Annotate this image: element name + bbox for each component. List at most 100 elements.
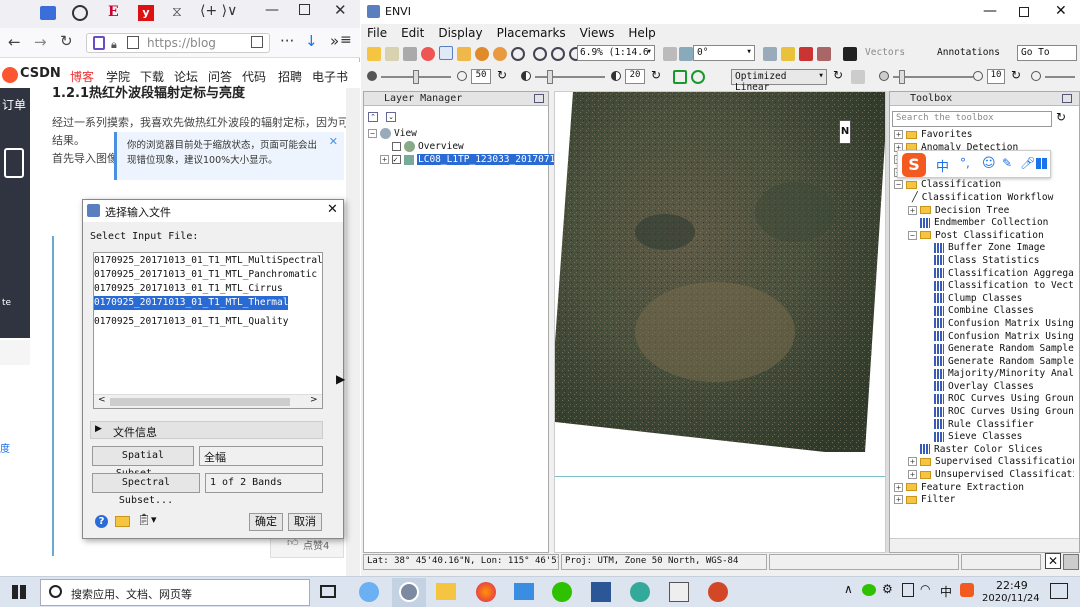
expand-icon[interactable]: +: [908, 470, 917, 480]
word-icon[interactable]: [591, 582, 611, 602]
toolbox-item[interactable]: + Favorites: [894, 129, 1074, 142]
maximize-icon[interactable]: [1019, 7, 1029, 17]
baidu-netdisk-icon[interactable]: [359, 582, 379, 602]
battery-icon[interactable]: [902, 583, 914, 597]
toolbox-item[interactable]: Classification Aggregatio: [894, 268, 1074, 281]
scroll-thumb[interactable]: [110, 398, 290, 406]
process-manager-icon[interactable]: [1063, 554, 1079, 570]
reset-icon[interactable]: ↻: [1011, 68, 1021, 82]
toolbox-item[interactable]: Generate Random Sample Us: [894, 356, 1074, 369]
expand-icon[interactable]: +: [908, 457, 917, 467]
layer-checkbox[interactable]: ✓: [392, 155, 401, 164]
toolbox-item[interactable]: Endmember Collection: [894, 217, 1074, 230]
crosshair-icon[interactable]: [763, 47, 777, 61]
powerpoint-icon[interactable]: [708, 582, 728, 602]
scroll-right-icon[interactable]: >: [310, 395, 318, 405]
toolbox-item[interactable]: Combine Classes: [894, 305, 1074, 318]
rotate-icon[interactable]: [493, 47, 507, 61]
close-notice-icon[interactable]: ✕: [329, 134, 338, 149]
toolbox-item[interactable]: ROC Curves Using Ground T: [894, 393, 1074, 406]
reload-icon[interactable]: ↻: [60, 32, 73, 50]
menu-placemarks[interactable]: Placemarks: [497, 26, 566, 40]
toolbox-item[interactable]: Overlay Classes: [894, 381, 1074, 394]
transparency-slider[interactable]: [1045, 76, 1075, 78]
toolbox-item[interactable]: + Unsupervised Classification: [894, 469, 1074, 482]
toolbox-item[interactable]: ROC Curves Using Ground T: [894, 406, 1074, 419]
stats-icon[interactable]: [843, 47, 857, 61]
toolbox-item[interactable]: Confusion Matrix Using Gr: [894, 318, 1074, 331]
menu-help[interactable]: Help: [628, 26, 655, 40]
expand-icon[interactable]: +: [380, 155, 389, 164]
tray-sogou-icon[interactable]: [960, 583, 974, 597]
maximize-icon[interactable]: [299, 4, 310, 15]
tray-app-icon[interactable]: ⚙︎: [882, 582, 893, 596]
measure-icon[interactable]: [781, 47, 795, 61]
file-list-item[interactable]: 0170925_20171013_01_T1_MTL_Thermal: [94, 296, 289, 310]
open-folder-icon[interactable]: [115, 516, 130, 527]
toolbox-item[interactable]: + Supervised Classification: [894, 456, 1074, 469]
nav-item[interactable]: 电子书: [312, 68, 348, 85]
ime-lang[interactable]: 中: [940, 583, 952, 600]
globe-tab-icon[interactable]: [72, 5, 88, 21]
expand-icon[interactable]: +: [894, 495, 903, 505]
csdn-logo-icon[interactable]: [2, 67, 18, 83]
goto-input[interactable]: Go To: [1017, 45, 1077, 61]
menu-display[interactable]: Display: [438, 26, 482, 40]
collapse-up-icon[interactable]: ⌃: [368, 112, 378, 122]
collapse-icon[interactable]: −: [894, 180, 903, 190]
mic-icon[interactable]: 🎤︎: [1020, 156, 1035, 170]
full-extent-icon[interactable]: [673, 70, 687, 84]
toolbox-item[interactable]: Rule Classifier: [894, 419, 1074, 432]
hscrollbar[interactable]: < >: [94, 394, 322, 408]
collapse-icon[interactable]: −: [368, 129, 377, 138]
start-icon[interactable]: [12, 585, 26, 599]
minimize-icon[interactable]: —: [983, 3, 997, 19]
envi-taskbar-icon[interactable]: [399, 582, 419, 602]
close-icon[interactable]: ✕: [1055, 3, 1067, 19]
brightness-handle[interactable]: [413, 70, 419, 84]
more-icon[interactable]: ···: [280, 32, 294, 50]
overflow-icon[interactable]: »: [330, 32, 339, 50]
reset-icon[interactable]: ↻: [651, 68, 661, 82]
reset-icon[interactable]: ↻: [833, 68, 843, 82]
tab-scroll-icon[interactable]: ⟨+ ⟩∨: [200, 3, 237, 19]
y-tab-icon[interactable]: y: [138, 5, 154, 21]
close-icon[interactable]: ✕: [334, 1, 347, 19]
toolbox-item[interactable]: Raster Color Slices: [894, 444, 1074, 457]
cursor-value-icon[interactable]: [421, 47, 435, 61]
back-icon[interactable]: ←: [8, 33, 21, 51]
forward-icon[interactable]: →: [34, 33, 47, 51]
select-icon[interactable]: [439, 46, 453, 60]
e-tab-icon[interactable]: E: [108, 4, 119, 20]
expand-icon[interactable]: +: [894, 482, 903, 492]
histogram-icon[interactable]: [851, 70, 865, 84]
rotate-right-icon[interactable]: [679, 47, 693, 61]
zoom-in-icon[interactable]: [533, 47, 547, 61]
notification-icon[interactable]: [1050, 583, 1068, 599]
toolbox-item[interactable]: Buffer Zone Image: [894, 242, 1074, 255]
task-view-icon[interactable]: [320, 585, 336, 598]
file-list-item[interactable]: 0170925_20171013_01_T1_MTL_Cirrus: [94, 282, 323, 296]
menu-views[interactable]: Views: [580, 26, 615, 40]
tab-favicon-icon[interactable]: [40, 6, 56, 20]
pan-icon[interactable]: [457, 47, 471, 61]
file-list-item[interactable]: 0170925_20171013_01_T1_MTL_Panchromatic: [94, 268, 323, 282]
firefox-icon[interactable]: [476, 582, 496, 602]
minimize-icon[interactable]: —: [265, 2, 279, 18]
expand-icon[interactable]: +: [908, 205, 917, 215]
zoom-out-icon[interactable]: [551, 47, 565, 61]
toolbox-item[interactable]: + Feature Extraction: [894, 482, 1074, 495]
refresh-view-icon[interactable]: [691, 70, 705, 84]
clock-date[interactable]: 2020/11/24: [982, 593, 1040, 604]
help-icon[interactable]: ?: [95, 515, 108, 528]
toolbox-item[interactable]: Classification to Vector: [894, 280, 1074, 293]
vector-edit-icon[interactable]: [817, 47, 831, 61]
toolbox-item[interactable]: Generate Random Sample Us: [894, 343, 1074, 356]
toolbox-item[interactable]: + Filter: [894, 494, 1074, 507]
dialog-close-icon[interactable]: ✕: [327, 202, 338, 217]
contrast-slider[interactable]: [535, 76, 605, 78]
stretch-select[interactable]: Optimized Linear ▾: [731, 69, 827, 93]
brightness-value[interactable]: 50: [471, 69, 491, 84]
spatial-subset-button[interactable]: Spatial Subset...: [92, 446, 194, 479]
annotation-pen-icon[interactable]: [799, 47, 813, 61]
